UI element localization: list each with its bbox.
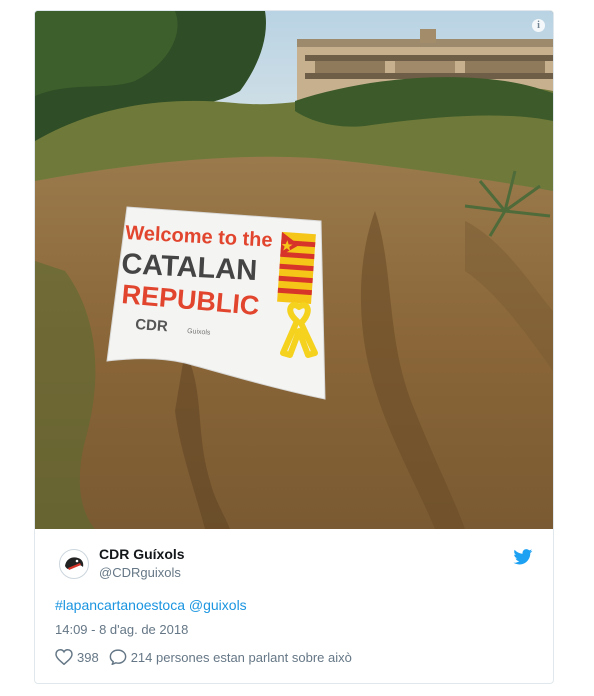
embedded-tweet-card: Welcome to the CATALAN REPUBLIC CDR Guix…	[34, 10, 554, 684]
heart-icon	[55, 649, 73, 665]
tweet-actions: 398 214 persones estan parlant sobre aix…	[55, 649, 352, 665]
tweet-photo[interactable]: Welcome to the CATALAN REPUBLIC CDR Guix…	[35, 11, 553, 529]
tweet-timestamp[interactable]: 14:09 - 8 d'ag. de 2018	[55, 622, 188, 637]
replies-button[interactable]: 214 persones estan parlant sobre això	[109, 649, 352, 665]
like-button[interactable]: 398	[55, 649, 99, 665]
estelada-flag	[277, 231, 316, 305]
cliff-photo-with-banner: Welcome to the CATALAN REPUBLIC CDR Guix…	[35, 11, 553, 529]
cdr-logo-icon	[61, 551, 87, 577]
twitter-bird-icon[interactable]	[513, 549, 533, 565]
banner-org: CDR	[135, 316, 169, 335]
avatar[interactable]	[59, 549, 89, 579]
mention-link[interactable]: @guixols	[189, 597, 247, 613]
replies-text: 214 persones estan parlant sobre això	[130, 649, 352, 665]
author-name[interactable]: CDR Guíxols	[99, 546, 185, 562]
tweet-body: CDR Guíxols @CDRguixols #lapancartanoest…	[35, 529, 553, 683]
hashtag-link[interactable]: #lapancartanoestoca	[55, 597, 185, 613]
info-icon[interactable]: i	[532, 19, 545, 32]
like-count: 398	[77, 649, 99, 665]
author-handle[interactable]: @CDRguixols	[99, 565, 181, 580]
tweet-text: #lapancartanoestoca @guixols	[55, 597, 247, 613]
speech-bubble-icon	[109, 649, 127, 665]
